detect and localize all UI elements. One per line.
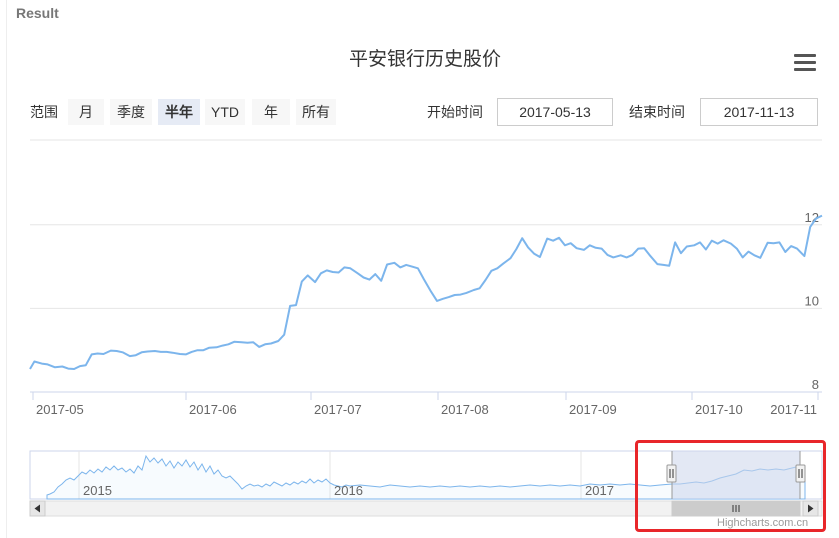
stock-chart: 81012 2017-05 2017-06 2017-07 2017-08 2017-0… xyxy=(29,139,823,517)
x-tick-label: 2017-07 xyxy=(314,402,362,417)
start-date-label: 开始时间 xyxy=(427,104,483,120)
end-date-label: 结束时间 xyxy=(629,104,685,120)
credits-link[interactable]: Highcharts.com.cn xyxy=(717,517,808,529)
x-tick-label: 2017-06 xyxy=(189,402,237,417)
navigator[interactable]: 2015 2016 2017 xyxy=(29,450,823,500)
y-axis-labels: 8 10 12 xyxy=(805,210,819,392)
navigator-year-label-2015: 2015 xyxy=(83,483,112,498)
x-tick-label: 2017-11 xyxy=(770,402,817,417)
scrollbar-thumb[interactable] xyxy=(671,500,801,517)
chevron-right-icon xyxy=(808,504,814,513)
end-date-input[interactable] xyxy=(700,98,818,126)
range-button-quarter[interactable]: 季度 xyxy=(110,99,152,125)
range-button-half-year[interactable]: 半年 xyxy=(158,99,200,125)
navigator-selected-range[interactable] xyxy=(672,451,800,499)
x-tick-label: 2017-09 xyxy=(569,402,617,417)
frame-border xyxy=(6,0,7,538)
price-series-line xyxy=(29,214,823,370)
navigator-left-handle[interactable] xyxy=(666,464,677,483)
navigator-series xyxy=(46,454,806,500)
x-axis-ticks: 2017-05 2017-06 2017-07 2017-08 2017-09 2017-… xyxy=(32,392,819,417)
y-tick-label: 12 xyxy=(805,210,819,225)
panel-label: Result xyxy=(16,5,59,21)
hamburger-menu-icon[interactable] xyxy=(794,54,816,72)
scrollbar-track[interactable] xyxy=(29,500,823,517)
grid-lines xyxy=(30,139,822,309)
x-tick-label: 2017-08 xyxy=(441,402,489,417)
range-selector-label: 范围 xyxy=(30,104,58,120)
range-button-year[interactable]: 年 xyxy=(252,99,290,125)
scrollbar-left-button[interactable] xyxy=(29,500,46,517)
start-date-input[interactable] xyxy=(497,98,613,126)
x-tick-label: 2017-05 xyxy=(36,402,84,417)
chart-title: 平安银行历史股价 xyxy=(348,49,501,70)
chevron-left-icon xyxy=(34,504,40,513)
navigator-year-label-2017: 2017 xyxy=(585,483,614,498)
y-tick-label: 8 xyxy=(812,377,819,392)
scrollbar-right-button[interactable] xyxy=(802,500,819,517)
range-button-all[interactable]: 所有 xyxy=(296,99,336,125)
range-button-month[interactable]: 月 xyxy=(68,99,104,125)
y-tick-label: 10 xyxy=(805,293,819,308)
range-button-ytd[interactable]: YTD xyxy=(205,99,245,125)
navigator-background xyxy=(29,450,823,500)
scrollbar[interactable] xyxy=(29,500,823,517)
navigator-year-label-2016: 2016 xyxy=(334,483,363,498)
x-tick-label: 2017-10 xyxy=(695,402,743,417)
navigator-right-handle[interactable] xyxy=(795,464,806,483)
